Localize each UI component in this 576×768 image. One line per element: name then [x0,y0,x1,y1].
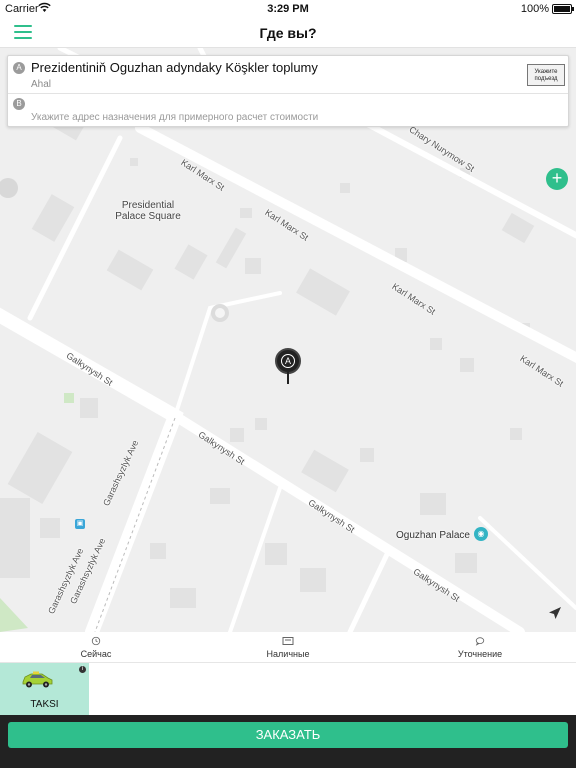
tariff-name: TAKSI [30,699,59,710]
cash-icon [282,637,294,645]
status-bar: Carrier 3:29 PM 100% [0,0,576,18]
option-payment-label: Наличные [266,649,310,659]
pin-letter: A [281,354,295,368]
bus-stop-icon: ▣ [75,519,85,529]
pickup-marker-icon: A [13,62,25,74]
taxi-car-icon [22,671,53,688]
destination-marker-icon: B [13,98,25,110]
pickup-address-row[interactable]: A Prezidentiniň Oguzhan adyndaky Köşkler… [8,56,568,94]
place-label: Presidential Palace Square [115,200,181,222]
poi-camera-icon[interactable]: ◉ [474,527,488,541]
battery-icon [552,4,574,14]
battery-percent: 100% [520,3,549,15]
option-time-label: Сейчас [80,649,112,659]
poi-label: Oguzhan Palace [396,530,470,541]
map-view[interactable]: Karl Marx St Karl Marx St Karl Marx St K… [0,48,576,632]
info-icon[interactable]: i [79,666,86,673]
map-graphics [0,48,576,632]
page-title: Где вы? [259,25,317,41]
pickup-address: Prezidentiniň Oguzhan adyndaky Köşkler t… [31,60,318,75]
locate-icon[interactable] [542,600,568,626]
clock-icon [91,636,101,646]
options-bar: Сейчас Наличные Уточнение [0,632,576,663]
address-card: A Prezidentiniň Oguzhan adyndaky Köşkler… [7,55,569,127]
pickup-region: Ahal [31,79,52,90]
destination-placeholder: Укажите адрес назначения для примерного … [31,112,319,123]
tariff-taksi[interactable]: i TAKSI [0,663,89,715]
option-time[interactable]: Сейчас [0,632,192,663]
option-comment[interactable]: Уточнение [384,632,576,663]
status-time: 3:29 PM [267,3,309,15]
order-button[interactable]: ЗАКАЗАТЬ [8,722,568,748]
nav-bar: Где вы? [0,18,576,48]
destination-address-row[interactable]: B Укажите адрес назначения для примерног… [8,94,568,126]
entrance-button[interactable]: Укажите подъезд [527,64,565,86]
tariff-row: i TAKSI [0,663,576,715]
add-button[interactable]: + [546,168,568,190]
option-payment[interactable]: Наличные [192,632,384,663]
order-bar: ЗАКАЗАТЬ [0,715,576,768]
pickup-pin[interactable]: A [275,348,301,386]
option-comment-label: Уточнение [457,649,503,659]
comment-icon [475,637,485,646]
